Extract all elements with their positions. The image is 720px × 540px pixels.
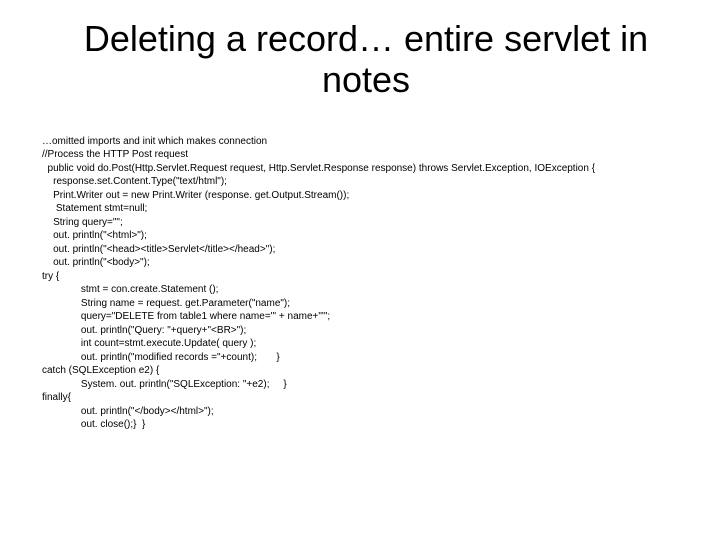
slide-title: Deleting a record… entire servlet in not… — [42, 18, 690, 101]
code-block: …omitted imports and init which makes co… — [42, 135, 690, 432]
slide: Deleting a record… entire servlet in not… — [0, 0, 720, 540]
